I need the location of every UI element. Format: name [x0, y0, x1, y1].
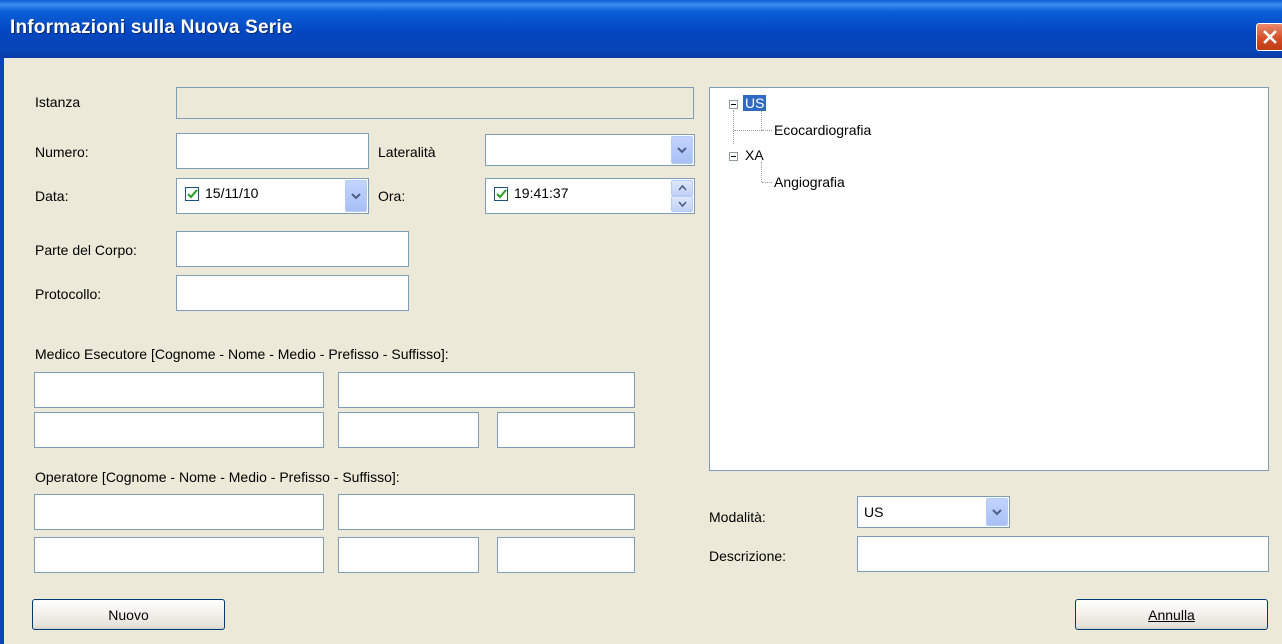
operatore-medio-input[interactable]	[35, 538, 323, 572]
medico-nome-field[interactable]	[338, 372, 635, 408]
arrow-up-icon	[677, 185, 687, 191]
close-icon	[1263, 30, 1277, 44]
minus-icon	[731, 156, 736, 157]
numero-input[interactable]	[177, 134, 368, 168]
modalita-dropdown-button[interactable]	[986, 498, 1008, 526]
tree-node-xa[interactable]: XA	[745, 147, 764, 163]
ora-picker[interactable]: 19:41:37	[485, 178, 695, 214]
istanza-input	[177, 88, 693, 118]
tree-collapse-us[interactable]	[729, 100, 738, 109]
ora-value[interactable]: 19:41:37	[514, 185, 569, 201]
parte-input[interactable]	[177, 232, 408, 266]
lateralita-label: Lateralità	[378, 144, 436, 160]
modalita-dropdown[interactable]: US	[857, 496, 1010, 528]
ora-label: Ora:	[378, 188, 406, 204]
parte-label: Parte del Corpo:	[35, 242, 137, 258]
chevron-down-icon	[992, 509, 1002, 516]
data-value[interactable]: 15/11/10	[205, 185, 258, 201]
tree-node-angiografia[interactable]: Angiografia	[774, 174, 845, 190]
ora-checkbox[interactable]	[494, 187, 508, 201]
descrizione-label: Descrizione:	[709, 548, 787, 564]
medico-cognome-field[interactable]	[34, 372, 324, 408]
annulla-button[interactable]: Annulla	[1075, 599, 1268, 630]
tree-node-us-label: US	[743, 95, 767, 111]
lateralita-dropdown-button[interactable]	[671, 136, 693, 164]
modalita-value: US	[864, 504, 884, 520]
tree-node-us[interactable]: US	[743, 95, 767, 111]
spin-down-button[interactable]	[671, 196, 693, 212]
data-picker[interactable]: 15/11/10	[176, 178, 369, 214]
data-label: Data:	[35, 188, 69, 204]
operatore-cognome-field[interactable]	[34, 494, 324, 530]
medico-prefisso-field[interactable]	[338, 412, 479, 448]
tree-collapse-xa[interactable]	[729, 152, 738, 161]
annulla-button-label: Annulla	[1148, 606, 1195, 623]
checkmark-icon	[186, 189, 198, 199]
descrizione-field[interactable]	[857, 536, 1269, 572]
minus-icon	[731, 104, 736, 105]
medico-prefisso-input[interactable]	[339, 413, 478, 447]
ora-spinner[interactable]	[671, 180, 693, 212]
medico-cognome-input[interactable]	[35, 373, 323, 407]
operatore-label: Operatore [Cognome - Nome - Medio - Pref…	[35, 469, 400, 485]
checkmark-icon	[495, 189, 507, 199]
numero-label: Numero:	[35, 144, 89, 160]
arrow-down-icon	[677, 201, 687, 207]
operatore-medio-field[interactable]	[34, 537, 324, 573]
tree-line	[761, 110, 762, 130]
close-button[interactable]	[1256, 23, 1282, 51]
data-checkbox[interactable]	[185, 187, 199, 201]
medico-label: Medico Esecutore [Cognome - Nome - Medio…	[35, 346, 449, 362]
tree-line	[762, 182, 772, 183]
operatore-prefisso-field[interactable]	[338, 537, 479, 573]
modality-tree[interactable]: US Ecocardiografia XA Angiografia	[709, 87, 1269, 471]
nuovo-button-label: Nuovo	[108, 606, 149, 623]
medico-nome-input[interactable]	[339, 373, 634, 407]
protocollo-input[interactable]	[177, 276, 408, 310]
chevron-down-icon	[351, 193, 361, 200]
parte-field[interactable]	[176, 231, 409, 267]
istanza-field	[176, 87, 694, 119]
descrizione-input[interactable]	[858, 537, 1268, 571]
numero-field[interactable]	[176, 133, 369, 169]
operatore-suffisso-field[interactable]	[497, 537, 635, 573]
medico-suffisso-input[interactable]	[498, 413, 634, 447]
lateralita-dropdown[interactable]	[485, 134, 695, 166]
tree-line	[762, 130, 772, 131]
istanza-label: Istanza	[35, 94, 81, 110]
spin-up-button[interactable]	[671, 180, 693, 196]
tree-line	[734, 130, 762, 131]
chevron-down-icon	[677, 147, 687, 154]
window-title: Informazioni sulla Nuova Serie	[10, 17, 293, 38]
tree-line	[761, 162, 762, 182]
operatore-nome-input[interactable]	[339, 495, 634, 529]
title-bar[interactable]: Informazioni sulla Nuova Serie	[0, 0, 1282, 58]
medico-suffisso-field[interactable]	[497, 412, 635, 448]
protocollo-label: Protocollo:	[35, 286, 102, 302]
operatore-nome-field[interactable]	[338, 494, 635, 530]
protocollo-field[interactable]	[176, 275, 409, 311]
operatore-cognome-input[interactable]	[35, 495, 323, 529]
data-dropdown-button[interactable]	[345, 180, 367, 212]
tree-line	[733, 110, 734, 144]
operatore-suffisso-input[interactable]	[498, 538, 634, 572]
nuovo-button[interactable]: Nuovo	[32, 599, 225, 630]
tree-node-ecocardiografia[interactable]: Ecocardiografia	[774, 122, 871, 138]
operatore-prefisso-input[interactable]	[339, 538, 478, 572]
medico-medio-field[interactable]	[34, 412, 324, 448]
modalita-label: Modalità:	[709, 509, 766, 525]
window-frame	[0, 58, 4, 644]
medico-medio-input[interactable]	[35, 413, 323, 447]
